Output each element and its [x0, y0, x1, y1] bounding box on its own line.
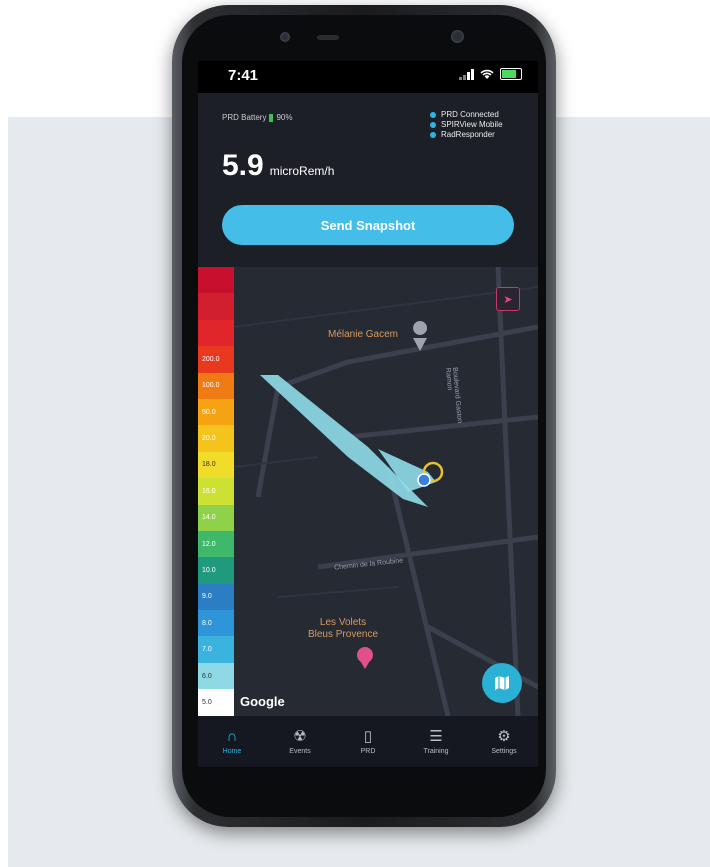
- navigation-arrow-button[interactable]: ➤: [496, 287, 520, 311]
- scale-level: 6.0: [198, 662, 234, 690]
- tab-home[interactable]: ∩ Home: [198, 716, 266, 767]
- wifi-icon: [480, 69, 494, 79]
- bottom-tab-bar: ∩ Home ☢ Events ▯ PRD ☰ Training ⚙ Setti…: [198, 716, 538, 767]
- scale-level: 9.0: [198, 583, 234, 611]
- connection-list: PRD Connected SPIRView Mobile RadRespond…: [430, 110, 503, 140]
- radiation-icon: ☢: [293, 727, 307, 745]
- connection-label: PRD Connected: [441, 110, 499, 119]
- dose-rate-scale: 200.0 100.0 50.0 20.0 18.0 16.0 14.0 12.0 10.0 9.…: [198, 267, 234, 716]
- tab-label: Settings: [491, 747, 517, 755]
- scale-level: 14.0: [198, 504, 234, 531]
- tab-events[interactable]: ☢ Events: [266, 716, 334, 767]
- poi-label-top[interactable]: Mélanie Gacem: [318, 329, 408, 340]
- scale-level: [198, 293, 234, 320]
- scale-level: 7.0: [198, 636, 234, 663]
- list-icon: ☰: [429, 727, 443, 745]
- tab-label: PRD: [360, 747, 376, 755]
- status-dot-icon: [430, 132, 436, 138]
- gear-icon: ⚙: [497, 727, 511, 745]
- prd-battery-status: PRD Battery 90%: [222, 113, 292, 122]
- sensor-icon: [280, 32, 290, 42]
- scale-level: 18.0: [198, 451, 234, 479]
- system-icons: [459, 68, 522, 80]
- battery-icon: [500, 68, 522, 80]
- status-dot-icon: [430, 122, 436, 128]
- scale-level: 20.0: [198, 425, 234, 452]
- scale-level: 5.0: [198, 689, 234, 716]
- tab-settings[interactable]: ⚙ Settings: [470, 716, 538, 767]
- status-bar: 7:41: [198, 61, 538, 93]
- prd-battery-label: PRD Battery: [222, 113, 267, 122]
- connection-item: SPIRView Mobile: [430, 120, 503, 130]
- scale-level: 200.0: [198, 346, 234, 373]
- scale-level: 12.0: [198, 530, 234, 558]
- status-dot-icon: [430, 112, 436, 118]
- scale-level: 16.0: [198, 478, 234, 505]
- front-camera-icon: [451, 30, 464, 43]
- poi-label-bottom[interactable]: Les Volets Bleus Provence: [288, 617, 398, 641]
- map-icon: [495, 676, 509, 690]
- mini-battery-icon: [269, 113, 274, 122]
- tab-label: Training: [423, 747, 449, 755]
- app-screen: 7:41 PRD Battery 90% PRD Connected SPIRV…: [198, 61, 538, 767]
- connection-label: RadResponder: [441, 130, 495, 139]
- send-snapshot-button[interactable]: Send Snapshot: [222, 205, 514, 245]
- scale-level: 50.0: [198, 398, 234, 426]
- scale-level: 10.0: [198, 557, 234, 584]
- track-path: [260, 375, 428, 507]
- scale-level: 8.0: [198, 610, 234, 637]
- dose-rate-reading: 5.9 microRem/h: [222, 149, 334, 183]
- home-icon: ∩: [226, 727, 238, 745]
- prd-battery-percent: 90%: [276, 113, 293, 122]
- map-view[interactable]: 200.0 100.0 50.0 20.0 18.0 16.0 14.0 12.0 10.0 9.…: [198, 267, 538, 716]
- poi-label-line: Les Volets: [319, 617, 367, 628]
- dose-rate-unit: microRem/h: [269, 164, 335, 178]
- location-dot-icon: [417, 473, 431, 487]
- status-time: 7:41: [228, 67, 259, 84]
- scale-level: [198, 319, 234, 347]
- connection-item: PRD Connected: [430, 110, 503, 120]
- tab-label: Events: [289, 747, 311, 755]
- connection-label: SPIRView Mobile: [441, 120, 503, 129]
- speaker-grille: [317, 35, 339, 40]
- device-icon: ▯: [363, 727, 373, 745]
- signal-icon: [459, 68, 474, 80]
- tab-training[interactable]: ☰ Training: [402, 716, 470, 767]
- poi-label-line: Bleus Provence: [307, 629, 379, 640]
- scale-level: [198, 267, 234, 294]
- map-layers-button[interactable]: [482, 663, 522, 703]
- scale-level: 100.0: [198, 372, 234, 399]
- connection-item: RadResponder: [430, 130, 503, 140]
- tab-prd[interactable]: ▯ PRD: [334, 716, 402, 767]
- app-header: PRD Battery 90% PRD Connected SPIRView M…: [198, 93, 538, 267]
- shop-pin-tip: [359, 659, 371, 669]
- tab-label: Home: [222, 747, 242, 755]
- google-logo: Google: [240, 694, 285, 709]
- dose-rate-value: 5.9: [222, 149, 264, 182]
